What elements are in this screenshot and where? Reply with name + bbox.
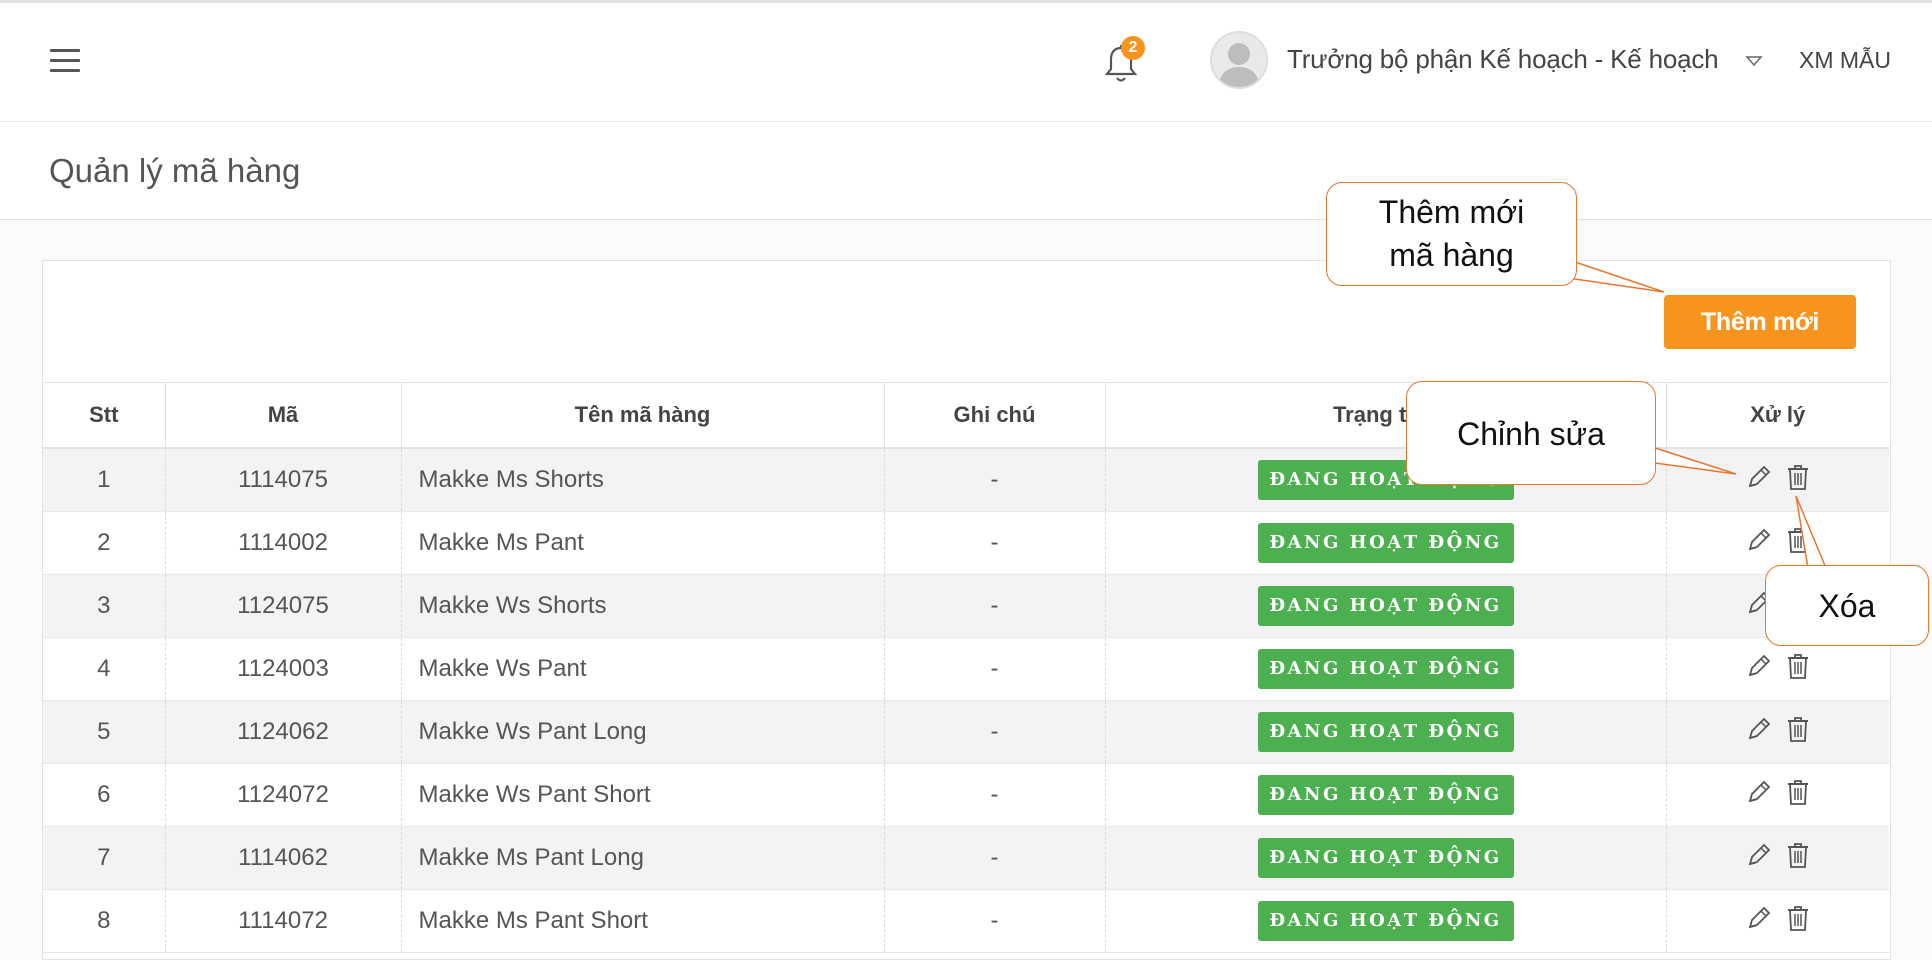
cell-stt: 5 [43,700,166,764]
cell-note: - [884,826,1106,890]
column-header-name[interactable]: Tên mã hàng [401,382,885,449]
cell-stt: 4 [43,637,166,701]
status-badge: ĐANG HOẠT ĐỘNG [1257,649,1514,689]
cell-stt: 6 [43,763,166,827]
trash-icon[interactable] [1786,904,1810,939]
cell-note: - [884,889,1106,953]
cell-status: ĐANG HOẠT ĐỘNG [1105,511,1667,575]
user-name[interactable]: Trưởng bộ phận Kế hoạch - Kế hoạch [1287,44,1719,75]
cell-code: 1124072 [165,763,402,827]
cell-stt: 8 [43,889,166,953]
table-row: 8 1114072 Makke Ms Pant Short - ĐANG HOẠT ĐỘ… [43,889,1889,953]
cell-code: 1124062 [165,700,402,764]
pencil-icon[interactable] [1746,653,1772,686]
trash-icon[interactable] [1786,526,1810,561]
column-header-stt[interactable]: Stt [43,382,166,449]
cell-name: Makke Ws Pant [401,637,885,701]
cell-status: ĐANG HOẠT ĐỘNG [1105,574,1667,638]
pencil-icon[interactable] [1746,527,1772,560]
trash-icon[interactable] [1786,463,1810,498]
pencil-icon[interactable] [1746,842,1772,875]
cell-actions [1666,763,1889,827]
table-row: 7 1114062 Makke Ms Pant Long - ĐANG HOẠT ĐỘN… [43,826,1889,890]
cell-status: ĐANG HOẠT ĐỘNG [1105,763,1667,827]
cell-note: - [884,763,1106,827]
cell-actions [1666,700,1889,764]
caret-down-icon[interactable] [1745,54,1763,68]
cell-note: - [884,511,1106,575]
callout-add-new: Thêm mới mã hàng [1326,182,1577,286]
pencil-icon[interactable] [1746,779,1772,812]
status-badge: ĐANG HOẠT ĐỘNG [1257,775,1514,815]
trash-icon[interactable] [1786,652,1810,687]
status-badge: ĐANG HOẠT ĐỘNG [1257,586,1514,626]
table-row: 6 1124072 Makke Ws Pant Short - ĐANG HOẠT ĐỘ… [43,763,1889,827]
cell-code: 1114075 [165,448,402,512]
column-header-code[interactable]: Mã [165,382,402,449]
status-badge: ĐANG HOẠT ĐỘNG [1257,523,1514,563]
cell-name: Makke Ms Pant Long [401,826,885,890]
notification-badge: 2 [1121,36,1145,60]
callout-edit: Chỉnh sửa [1406,381,1656,485]
cell-status: ĐANG HOẠT ĐỘNG [1105,637,1667,701]
cell-code: 1114002 [165,511,402,575]
column-header-note[interactable]: Ghi chú [884,382,1106,449]
hamburger-menu-icon[interactable] [50,49,80,73]
trash-icon[interactable] [1786,841,1810,876]
pencil-icon[interactable] [1746,716,1772,749]
cell-code: 1124003 [165,637,402,701]
pencil-icon[interactable] [1746,905,1772,938]
page-title: Quản lý mã hàng [49,152,301,189]
trash-icon[interactable] [1786,778,1810,813]
cell-stt: 2 [43,511,166,575]
cell-actions [1666,448,1889,512]
status-badge: ĐANG HOẠT ĐỘNG [1257,712,1514,752]
column-header-actions: Xử lý [1666,382,1889,449]
cell-name: Makke Ms Shorts [401,448,885,512]
cell-status: ĐANG HOẠT ĐỘNG [1105,700,1667,764]
cell-name: Makke Ms Pant Short [401,889,885,953]
cell-name: Makke Ms Pant [401,511,885,575]
cell-stt: 1 [43,448,166,512]
cell-note: - [884,637,1106,701]
cell-status: ĐANG HOẠT ĐỘNG [1105,889,1667,953]
cell-name: Makke Ws Pant Long [401,700,885,764]
cell-stt: 7 [43,826,166,890]
cell-actions [1666,889,1889,953]
cell-code: 1114072 [165,889,402,953]
table-row: 2 1114002 Makke Ms Pant - ĐANG HOẠT ĐỘNG [43,511,1889,575]
trash-icon[interactable] [1786,715,1810,750]
user-avatar-icon[interactable] [1210,31,1268,89]
cell-status: ĐANG HOẠT ĐỘNG [1105,826,1667,890]
company-name: XM MẪU [1799,47,1891,73]
cell-actions [1666,826,1889,890]
status-badge: ĐANG HOẠT ĐỘNG [1257,901,1514,941]
cell-code: 1124075 [165,574,402,638]
table-row: 5 1124062 Makke Ws Pant Long - ĐANG HOẠT ĐỘN… [43,700,1889,764]
table-row: 3 1124075 Makke Ws Shorts - ĐANG HOẠT ĐỘNG [43,574,1889,638]
cell-note: - [884,574,1106,638]
cell-stt: 3 [43,574,166,638]
cell-note: - [884,700,1106,764]
callout-delete: Xóa [1765,565,1929,646]
cell-name: Makke Ws Shorts [401,574,885,638]
cell-code: 1114062 [165,826,402,890]
cell-note: - [884,448,1106,512]
table-row: 4 1124003 Makke Ws Pant - ĐANG HOẠT ĐỘNG [43,637,1889,701]
status-badge: ĐANG HOẠT ĐỘNG [1257,838,1514,878]
add-new-button[interactable]: Thêm mới [1664,295,1856,349]
cell-name: Makke Ws Pant Short [401,763,885,827]
pencil-icon[interactable] [1746,464,1772,497]
page-header: Quản lý mã hàng [0,122,1932,220]
top-bar: 2 Trưởng bộ phận Kế hoạch - Kế hoạch XM … [0,0,1932,122]
